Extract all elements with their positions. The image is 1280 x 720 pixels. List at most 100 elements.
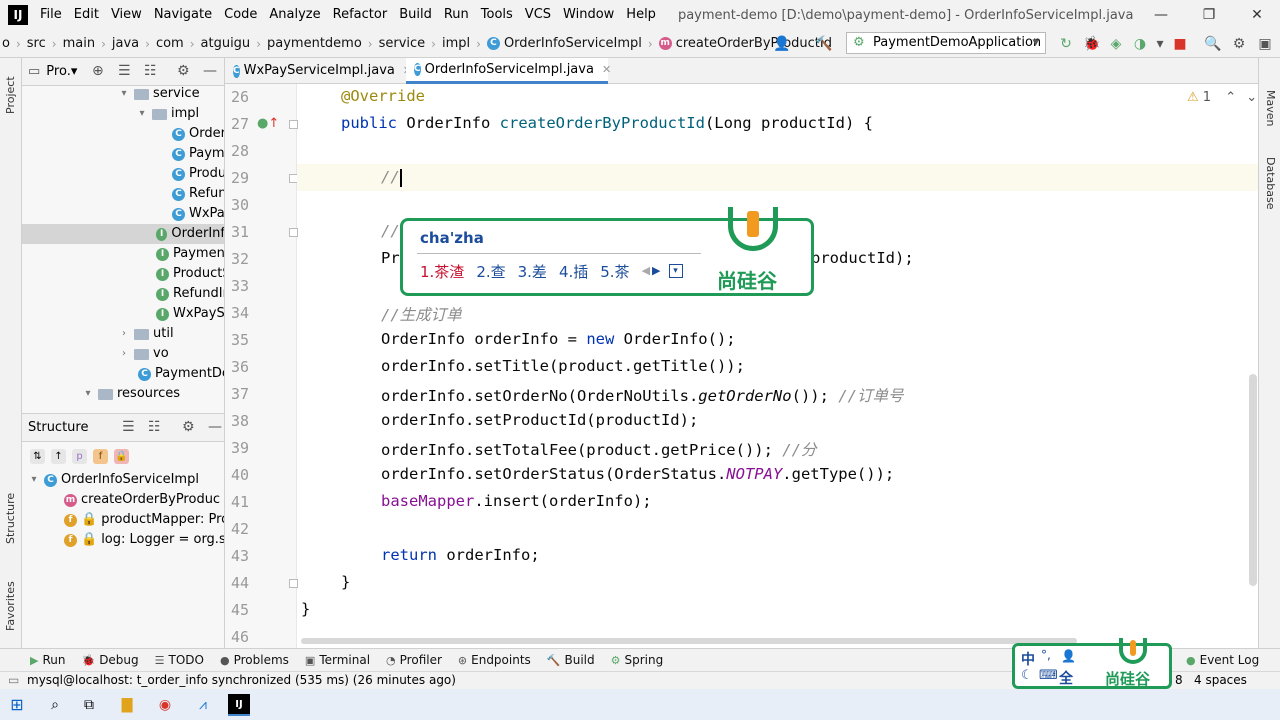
menu-edit[interactable]: Edit <box>68 0 105 30</box>
task-view-icon[interactable]: ⧉ <box>78 694 100 716</box>
structure-tool-tab[interactable]: Structure <box>0 480 22 556</box>
tree-item-interface-selected[interactable]: I OrderInf <box>22 224 224 244</box>
terminal-tool-button[interactable]: ▣ Terminal <box>297 653 378 667</box>
gear-icon[interactable]: ⚙ <box>182 419 195 435</box>
search-icon[interactable]: 🔍 <box>1203 34 1223 54</box>
tree-item-folder[interactable]: › util <box>118 324 174 344</box>
breadcrumb-item[interactable]: impl <box>442 36 470 51</box>
ime-candidate[interactable]: 2.查 <box>476 261 505 282</box>
close-icon[interactable]: ✕ <box>1234 0 1280 30</box>
breadcrumb-item[interactable]: atguigu <box>201 36 251 51</box>
ime-candidate[interactable]: 3.差 <box>518 261 547 282</box>
show-properties-icon[interactable]: p <box>72 448 87 464</box>
rerun-icon[interactable]: ↻ <box>1056 34 1076 54</box>
hide-icon[interactable]: — <box>203 63 217 79</box>
breadcrumb-item[interactable]: com <box>156 36 184 51</box>
project-view-select[interactable]: Pro.▾ <box>46 64 77 79</box>
tree-item-class[interactable]: C WxPa <box>172 204 224 224</box>
breadcrumb-item[interactable]: java <box>112 36 139 51</box>
breadcrumb-item[interactable]: o <box>2 36 10 51</box>
structure-item-field[interactable]: f 🔒 productMapper: Proc <box>64 510 224 530</box>
tree-item-interface[interactable]: IRefundIn <box>156 284 224 304</box>
stop-icon[interactable]: ■ <box>1170 34 1190 54</box>
profile-icon[interactable]: ◑ <box>1130 34 1150 54</box>
menu-refactor[interactable]: Refactor <box>327 0 394 30</box>
tree-item-class[interactable]: C Produ <box>172 164 224 184</box>
tab-wxpayserviceimpl[interactable]: C WxPayServiceImpl.java ✕ <box>225 58 412 84</box>
coverage-icon[interactable]: ◈ <box>1106 34 1126 54</box>
menu-analyze[interactable]: Analyze <box>263 0 326 30</box>
profiler-tool-button[interactable]: ◔ Profiler <box>378 653 450 667</box>
chevron-up-icon[interactable]: ⌃ <box>1225 90 1236 105</box>
intellij-taskbar-icon[interactable]: IJ <box>228 694 250 716</box>
maximize-icon[interactable]: ❐ <box>1186 0 1232 30</box>
structure-item-class[interactable]: ▾ C OrderInfoServiceImpl <box>28 470 198 490</box>
editor-scrollbar[interactable] <box>1249 374 1257 586</box>
problems-tool-button[interactable]: ● Problems <box>212 653 297 667</box>
ime-full-width[interactable]: 全 <box>1059 668 1073 688</box>
ime-candidate[interactable]: 1.茶渣 <box>420 261 464 282</box>
windows-start-icon[interactable]: ⊞ <box>6 694 28 716</box>
menu-file[interactable]: File <box>34 0 68 30</box>
tree-item-folder[interactable]: ▾ service <box>118 84 199 104</box>
implements-gutter-icon[interactable]: ●↑ <box>257 116 279 131</box>
hammer-icon[interactable]: 🔨 <box>814 34 834 54</box>
database-tool-tab[interactable]: Database <box>1259 148 1280 218</box>
fold-marker-icon[interactable] <box>289 579 298 588</box>
code-with-me-icon[interactable]: ▣ <box>1255 34 1275 54</box>
collapse-icon[interactable]: ☷ <box>148 419 161 435</box>
collapse-all-icon[interactable]: ☷ <box>144 63 157 79</box>
breadcrumb-item[interactable]: paymentdemo <box>267 36 362 51</box>
run-tool-button[interactable]: ▶ Run <box>22 653 73 667</box>
tree-item-class[interactable]: CPaymentDer <box>138 364 224 384</box>
minimize-icon[interactable]: — <box>1138 0 1184 30</box>
debug-tool-button[interactable]: 🐞 Debug <box>73 653 146 667</box>
filter-icon[interactable]: ⇅ <box>30 448 45 464</box>
tree-item-class[interactable]: CPayme <box>172 144 224 164</box>
menu-view[interactable]: View <box>105 0 148 30</box>
next-page-icon[interactable]: ▶ <box>652 261 660 282</box>
tree-item-folder[interactable]: › vo <box>118 344 169 364</box>
indent-setting[interactable]: 4 spaces <box>1194 672 1247 689</box>
hide-icon[interactable]: — <box>208 419 222 435</box>
tree-item-interface[interactable]: I Payment <box>156 244 224 264</box>
caret-column[interactable]: 8 <box>1175 672 1183 689</box>
show-fields-icon[interactable]: f <box>93 448 108 464</box>
menu-run[interactable]: Run <box>438 0 475 30</box>
spring-tool-button[interactable]: ⚙ Spring <box>603 653 672 667</box>
event-log-button[interactable]: ● Event Log <box>1178 653 1267 667</box>
menu-vcs[interactable]: VCS <box>519 0 557 30</box>
tree-item-class[interactable]: C Refun <box>172 184 224 204</box>
endpoints-tool-button[interactable]: ⊛ Endpoints <box>450 653 539 667</box>
fold-marker-icon[interactable] <box>289 228 298 237</box>
build-tool-button[interactable]: 🔨 Build <box>539 653 603 667</box>
more-run-options-icon[interactable]: ▾ <box>1150 34 1170 54</box>
menu-window[interactable]: Window <box>557 0 620 30</box>
menu-code[interactable]: Code <box>218 0 263 30</box>
fold-marker-icon[interactable] <box>289 120 298 129</box>
show-inherited-icon[interactable]: ↑ <box>51 448 66 464</box>
locate-icon[interactable]: ⊕ <box>92 63 104 79</box>
horizontal-scrollbar[interactable] <box>301 638 1077 644</box>
ime-punctuation[interactable]: °, <box>1041 648 1051 662</box>
project-tool-tab[interactable]: Project <box>0 64 22 126</box>
keyboard-icon[interactable]: ⌨ <box>1039 668 1058 683</box>
breadcrumb-item[interactable]: service <box>379 36 426 51</box>
maven-tool-tab[interactable]: Maven <box>1259 78 1280 138</box>
moon-icon[interactable]: ☾ <box>1021 668 1033 683</box>
chevron-down-icon[interactable]: ⌄ <box>1246 90 1257 105</box>
ime-candidate[interactable]: 5.茶 <box>600 261 629 282</box>
tab-orderinfoserviceimpl[interactable]: C OrderInfoServiceImpl.java ✕ <box>406 58 611 84</box>
chrome-icon[interactable]: ◉ <box>154 694 176 716</box>
ime-mode-chinese[interactable]: 中 <box>1021 649 1035 669</box>
settings-icon[interactable]: ⚙ <box>1229 34 1249 54</box>
breadcrumb-item[interactable]: main <box>63 36 95 51</box>
breadcrumb-item[interactable]: createOrderByProductId <box>676 36 832 51</box>
breadcrumb-item[interactable]: src <box>27 36 46 51</box>
expand-candidates-icon[interactable]: ▾ <box>668 264 683 278</box>
sort-icon[interactable]: ☰ <box>122 419 135 435</box>
status-message[interactable]: mysql@localhost: t_order_info synchroniz… <box>27 672 456 689</box>
tree-item-folder[interactable]: ▾ resources <box>82 384 180 404</box>
menu-tools[interactable]: Tools <box>475 0 519 30</box>
ime-user-icon[interactable]: 👤 <box>1061 649 1076 663</box>
